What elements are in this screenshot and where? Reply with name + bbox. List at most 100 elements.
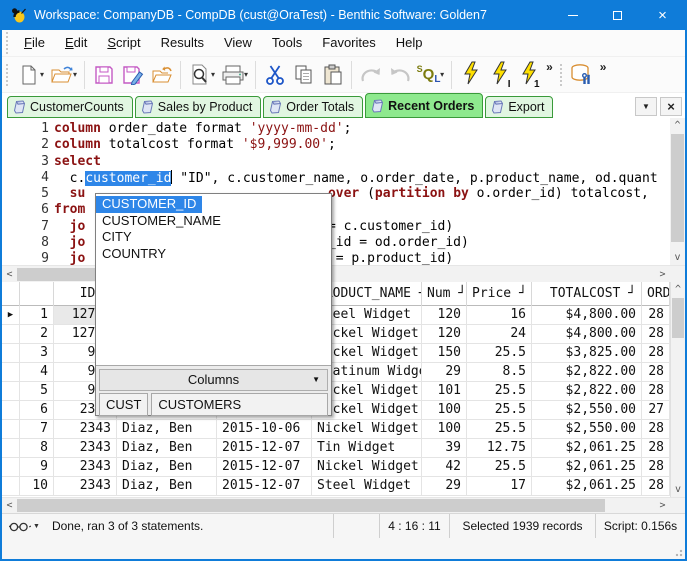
popup-item[interactable]: CUSTOMER_NAME	[96, 213, 331, 230]
scroll-left-icon[interactable]: <	[2, 500, 17, 511]
line-number: 2	[41, 137, 49, 153]
save-as-button[interactable]	[118, 60, 147, 90]
grid-row[interactable]: 9 2343 Diaz, Ben 2015-12-07 Nickel Widget 42 2…	[2, 458, 670, 477]
cut-button[interactable]	[260, 60, 289, 90]
close-button[interactable]: ×	[640, 0, 685, 30]
db-tools-button[interactable]	[568, 60, 597, 90]
tab-list-button[interactable]: ▼	[635, 97, 657, 116]
popup-item[interactable]: CUSTOMER_ID	[96, 196, 203, 213]
scrollbar-corner	[670, 266, 685, 282]
column-header-totalcost[interactable]: TOTALCOST ┘	[532, 282, 642, 306]
print-dropdown[interactable]: ▾	[244, 70, 248, 79]
sql-options-dropdown[interactable]: ▾	[440, 70, 444, 79]
minimize-button[interactable]	[550, 0, 595, 30]
grid-cell: Nickel Widget	[312, 458, 422, 477]
menu-item-file[interactable]: File	[14, 32, 55, 53]
popup-category-dropdown[interactable]: Columns ▼	[99, 369, 328, 391]
undo-button[interactable]	[385, 60, 414, 90]
script-icon	[141, 100, 153, 114]
grid-cell: 5	[20, 382, 54, 401]
revert-folder-icon	[151, 66, 172, 82]
find-preview-icon	[192, 64, 207, 84]
menu-item-help[interactable]: Help	[386, 32, 433, 53]
popup-list: CUSTOMER_ID CUSTOMER_NAME CITY COUNTRY	[96, 194, 331, 366]
menu-item-edit[interactable]: Edit	[55, 32, 97, 53]
copy-button[interactable]	[289, 60, 318, 90]
grid-cell: Diaz, Ben	[117, 420, 217, 439]
app-icon	[10, 7, 26, 23]
scrollbar-thumb[interactable]	[672, 298, 684, 338]
scroll-right-icon[interactable]: >	[655, 269, 670, 280]
cut-scissors-icon	[265, 65, 284, 85]
scrollbar-thumb[interactable]	[671, 134, 684, 242]
code-line: c.customer_id "ID", c.customer_name, o.o…	[54, 169, 658, 186]
scroll-left-icon[interactable]: <	[2, 269, 17, 280]
tab-close-button[interactable]: ×	[660, 97, 682, 116]
resize-grip[interactable]	[673, 547, 683, 557]
script-icon	[270, 100, 282, 114]
execute-single-button[interactable]: 1	[514, 60, 543, 90]
menu-items: File Edit Script Results View Tools Favorites H…	[14, 34, 433, 52]
line-number: 5	[41, 186, 49, 202]
maximize-button[interactable]	[595, 0, 640, 30]
column-header[interactable]	[20, 282, 54, 306]
open-script-dropdown[interactable]: ▾	[73, 70, 77, 79]
column-header-price[interactable]: Price ┘	[467, 282, 532, 306]
grid-cell: 17	[467, 477, 532, 496]
toolbar-overflow-chevron[interactable]: »	[600, 57, 607, 74]
scroll-up-icon[interactable]: ^	[671, 282, 685, 297]
paste-button[interactable]	[318, 60, 347, 90]
popup-button-customers[interactable]: CUSTOMERS	[151, 393, 328, 416]
revert-button[interactable]	[147, 60, 176, 90]
toolbar-overflow-chevron[interactable]: »	[546, 57, 553, 74]
tab-export[interactable]: Export	[485, 96, 554, 118]
status-watch-button[interactable]: ▼	[2, 514, 44, 538]
column-header-order_i[interactable]: ORDER_I	[642, 282, 670, 306]
line-number: 6	[41, 202, 49, 218]
maximize-icon	[613, 10, 622, 20]
scroll-down-icon[interactable]: v	[671, 482, 685, 497]
grid-row[interactable]: 8 2343 Diaz, Ben 2015-12-07 Tin Widget 39 12.7…	[2, 439, 670, 458]
script-icon	[492, 100, 504, 114]
save-button[interactable]	[89, 60, 118, 90]
grid-row[interactable]: 7 2343 Diaz, Ben 2015-10-06 Nickel Widget 100…	[2, 420, 670, 439]
execute-script-button[interactable]	[456, 60, 485, 90]
popup-item[interactable]: COUNTRY	[96, 246, 331, 263]
popup-button-cust[interactable]: CUST	[99, 393, 149, 416]
grid-cell: $2,550.00	[532, 401, 642, 420]
grid-horizontal-scrollbar[interactable]: < >	[2, 497, 685, 513]
tab-order-totals[interactable]: Order Totals	[263, 96, 364, 118]
print-button[interactable]	[218, 60, 247, 90]
redo-button[interactable]	[356, 60, 385, 90]
tab-customercounts[interactable]: CustomerCounts	[7, 96, 133, 118]
scroll-right-icon[interactable]: >	[655, 500, 670, 511]
menu-item-script[interactable]: Script	[97, 32, 150, 53]
menu-item-results[interactable]: Results	[151, 32, 214, 53]
new-script-dropdown[interactable]: ▾	[40, 70, 44, 79]
scrollbar-thumb[interactable]	[17, 499, 605, 512]
column-header-num[interactable]: Num ┘	[422, 282, 467, 306]
sql-options-button[interactable]: SQL	[414, 60, 443, 90]
status-segment: 4 : 16 : 11	[379, 514, 449, 538]
new-script-button[interactable]	[14, 60, 43, 90]
grid-row[interactable]: 10 2343 Diaz, Ben 2015-12-07 Steel Widget 29 1…	[2, 477, 670, 496]
menu-item-tools[interactable]: Tools	[262, 32, 312, 53]
grid-cell: $2,061.25	[532, 458, 642, 477]
grid-cell: 2343	[54, 420, 117, 439]
popup-item[interactable]: CITY	[96, 229, 331, 246]
editor-vertical-scrollbar[interactable]: ^ v	[670, 118, 685, 265]
menu-item-favorites[interactable]: Favorites	[312, 32, 385, 53]
tab-recent-orders[interactable]: Recent Orders	[365, 93, 484, 118]
tab-sales-by-product[interactable]: Sales by Product	[134, 96, 262, 118]
preview-button[interactable]	[185, 60, 214, 90]
tab-label: Order Totals	[286, 100, 355, 114]
menu-item-view[interactable]: View	[214, 32, 262, 53]
column-header[interactable]	[2, 282, 20, 306]
preview-dropdown[interactable]: ▾	[211, 70, 215, 79]
execute-current-button[interactable]: I	[485, 60, 514, 90]
editor-gutter: 123456789	[2, 121, 54, 265]
open-script-button[interactable]	[47, 60, 76, 90]
scroll-up-icon[interactable]: ^	[670, 118, 685, 133]
scroll-down-icon[interactable]: v	[670, 250, 685, 265]
grid-vertical-scrollbar[interactable]: ^ v	[670, 282, 685, 497]
